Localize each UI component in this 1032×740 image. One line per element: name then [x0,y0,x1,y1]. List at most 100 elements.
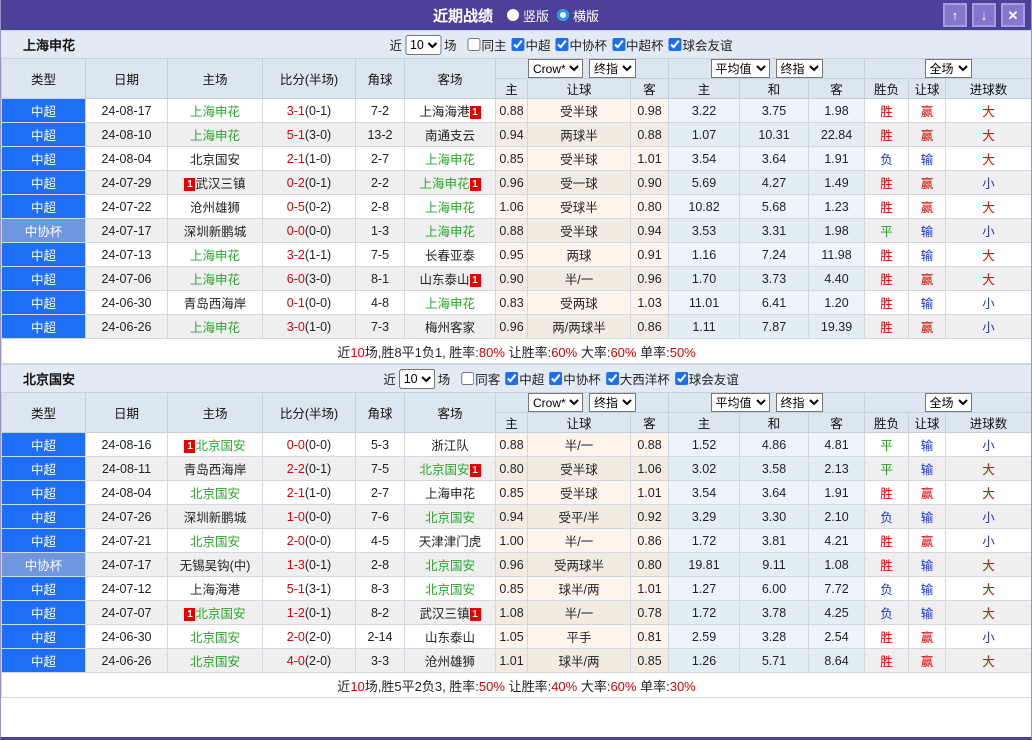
result-outcome-cell: 胜 [864,528,910,553]
avg-home-odds-cell: 1.70 [668,266,741,291]
competition-label: 中协杯 [569,39,608,53]
competition-checkbox-2[interactable] [605,372,619,385]
home-team-cell: 上海海港 [167,576,263,601]
fulltime-score: 2-0 [286,533,305,548]
same-venue-filter[interactable]: 同客 [456,369,500,388]
summary-text: 场,胜5平2负3, 胜率: [364,678,479,694]
result-handicap-cell: 输 [908,600,947,625]
result-handicap-cell: 输 [908,146,947,171]
team-name-text: 上海申花 [424,153,475,167]
average-select[interactable]: 平均值 [710,393,770,412]
home-team-cell: 北京国安 [167,624,263,649]
summary-text: 50% [478,678,505,694]
corners-cell: 7-3 [355,314,405,339]
bookmaker-select[interactable]: Crow* [528,393,583,412]
col-header-home: 主场 [167,58,263,99]
team-name-text: 天津津门虎 [418,535,482,549]
layout-vertical-radio[interactable]: 竖版 [506,6,549,25]
home-team-cell: 上海申花 [167,314,263,339]
recent-count-select[interactable]: 10 [398,368,435,389]
halftime-score: (0-0) [304,437,332,452]
match-row: 中超 24-08-17 上海申花 3-1(0-1) 7-2 上海海港 1 0.88 受半球 0.9… [1,98,1031,123]
avg-home-odds-cell: 3.53 [668,218,741,243]
avg-home-odds-cell: 3.54 [668,480,741,505]
away-team-cell: 上海海港 1 [404,98,496,123]
league-type-cell: 中超 [1,266,86,291]
result-handicap-cell: 赢 [908,480,947,505]
result-goals-cell: 大 [945,648,1031,673]
competition-checkbox-0[interactable] [505,372,519,385]
competition-checkbox-0[interactable] [511,38,525,51]
subcol-header-avg-draw: 和 [739,412,810,433]
team-name-text: 上海海港 [419,105,470,119]
odds-stage-select[interactable]: 终指 [589,393,636,412]
scope-select[interactable]: 全场 [924,59,972,78]
competition-checkbox-1[interactable] [549,372,563,385]
score-cell: 2-1(1-0) [262,480,356,505]
halftime-score: (0-0) [304,223,332,238]
move-down-button[interactable]: ↓ [972,3,996,27]
avg-stage-select[interactable]: 终指 [775,393,823,412]
away-team-cell: 南通支云 [404,122,496,147]
close-button[interactable]: ✕ [1001,3,1025,27]
competition-filter-2[interactable]: 中超杯 [607,35,664,54]
result-handicap-cell: 输 [908,432,947,457]
team-name: 北京国安 [23,372,76,387]
bookmaker-select[interactable]: Crow* [528,59,583,78]
home-team-cell: 青岛西海岸 [167,456,263,481]
average-select[interactable]: 平均值 [710,59,770,78]
handicap-away-odds-cell: 1.01 [629,576,670,601]
subcol-header-avg-home: 主 [668,412,741,433]
fulltime-score: 4-0 [286,653,305,668]
corners-cell: 2-8 [355,194,405,219]
match-row: 中超 24-08-16 1 北京国安 0-0(0-0) 5-3 浙江队 0.88 半/一 0.88… [1,432,1031,457]
same-venue-checkbox[interactable] [467,38,481,51]
move-up-button[interactable]: ↑ [943,3,967,27]
competition-checkbox-1[interactable] [555,38,569,51]
same-venue-filter[interactable]: 同主 [462,35,506,54]
competition-checkbox-2[interactable] [612,38,626,51]
competition-checkbox-3[interactable] [674,372,688,385]
score-cell: 0-0(0-0) [262,218,356,243]
competition-filter-1[interactable]: 中协杯 [544,369,601,388]
league-type-cell: 中超 [1,314,86,339]
competition-filter-2[interactable]: 大西洋杯 [601,369,670,388]
result-goals-cell: 小 [945,170,1031,195]
filter-bar: 近 10 场 同主 中超 中协杯 中超杯 球会友谊 [389,34,733,55]
subcol-header-avg-away: 客 [808,412,866,433]
odds-stage-select[interactable]: 终指 [589,59,636,78]
result-goals-cell: 大 [945,552,1031,577]
competition-filter-3[interactable]: 球会友谊 [670,369,739,388]
competition-filter-0[interactable]: 中超 [500,369,544,388]
away-team-cell: 浙江队 [404,432,496,457]
competition-filter-0[interactable]: 中超 [506,35,551,54]
fulltime-score: 0-0 [286,437,305,452]
handicap-line-cell: 半/一 [527,600,631,625]
match-date-cell: 24-07-26 [85,504,168,529]
match-row: 中超 24-08-10 上海申花 5-1(3-0) 13-2 南通支云 0.94 两球半 0.8… [1,122,1031,147]
team-name-text: 上海申花 [419,177,470,191]
handicap-home-odds-cell: 0.88 [495,218,528,243]
handicap-away-odds-cell: 0.90 [629,170,670,195]
competition-filter-1[interactable]: 中协杯 [551,35,608,54]
same-venue-checkbox[interactable] [461,372,475,385]
competition-filter-3[interactable]: 球会友谊 [664,35,733,54]
halftime-score: (3-0) [304,271,332,286]
handicap-away-odds-cell: 0.78 [629,600,670,625]
fulltime-score: 2-1 [286,151,305,166]
match-date-cell: 24-06-26 [85,648,168,673]
competition-checkbox-3[interactable] [668,38,682,51]
layout-horizontal-radio[interactable]: 横版 [557,6,599,25]
team-name-text: 上海申花 [424,487,475,501]
result-outcome-cell: 胜 [864,648,910,673]
team-name-text: 上海申花 [189,105,240,119]
scope-select[interactable]: 全场 [924,393,972,412]
home-team-cell: 沧州雄狮 [167,194,263,219]
recent-count-select[interactable]: 10 [404,34,441,55]
result-handicap-cell: 赢 [908,194,947,219]
avg-stage-select[interactable]: 终指 [775,59,823,78]
away-team-cell: 长春亚泰 [404,242,496,267]
avg-draw-odds-cell: 3.31 [739,218,810,243]
team-name-text: 无锡吴钩(中) [179,559,251,573]
match-date-cell: 24-07-21 [85,528,168,553]
